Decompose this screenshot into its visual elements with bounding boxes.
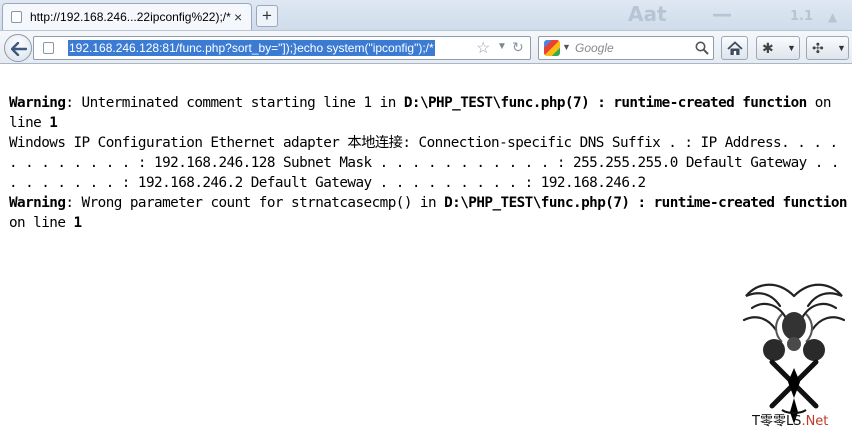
tab-close-button[interactable]: ×	[234, 10, 242, 24]
url-bar[interactable]: 192.168.246.128:81/func.php?sort_by="]);…	[33, 36, 531, 60]
decor-text: 1.1	[790, 9, 814, 24]
warning-text: : Wrong parameter count for strnatcasecm…	[65, 195, 445, 211]
chevron-down-icon[interactable]: ▼	[562, 42, 571, 52]
chevron-down-icon[interactable]: ▼	[787, 43, 796, 53]
home-button[interactable]	[721, 36, 748, 60]
search-bar[interactable]: ▼ Google	[538, 36, 714, 60]
chevron-down-icon[interactable]: ▼	[837, 43, 846, 53]
decor-text: Aat	[628, 2, 667, 26]
chevron-down-icon[interactable]: ▼	[497, 41, 507, 52]
watermark-suffix: .Net	[801, 414, 829, 429]
decor-text: ▲	[828, 10, 838, 24]
warning-message-1: Warning: Unterminated comment starting l…	[9, 93, 849, 133]
home-icon	[727, 41, 743, 55]
warning-file: D:\PHP_TEST\func.php(7) : runtime-create…	[444, 195, 847, 211]
page-icon	[43, 42, 54, 54]
google-icon[interactable]	[544, 40, 560, 56]
warning-file: D:\PHP_TEST\func.php(7) : runtime-create…	[403, 95, 807, 111]
search-placeholder[interactable]: Google	[575, 41, 614, 55]
warning-line-text: on line	[9, 215, 74, 231]
new-tab-button[interactable]: +	[256, 5, 278, 27]
ipconfig-output: Windows IP Configuration Ethernet adapte…	[9, 135, 839, 191]
star-icon[interactable]: ☆	[476, 38, 490, 58]
warning-label: Warning	[9, 195, 66, 211]
addon-button-1[interactable]: ✱ ▼	[756, 36, 800, 60]
decor-text: —	[712, 2, 732, 26]
watermark-text: T零零LS.Net	[752, 410, 828, 429]
addon-button-2[interactable]: ✣ ▼	[806, 36, 849, 60]
warning-message-2: Warning: Wrong parameter count for strna…	[9, 193, 849, 233]
browser-tab[interactable]: http://192.168.246...22ipconfig%22);/* ×	[2, 3, 252, 30]
tab-title: http://192.168.246...22ipconfig%22);/*	[30, 10, 231, 24]
puzzle-icon: ✣	[812, 40, 824, 56]
warning-line-number: 1	[49, 115, 58, 131]
warning-label: Warning	[9, 95, 66, 111]
magnifier-icon[interactable]	[695, 41, 709, 55]
back-button[interactable]	[4, 34, 32, 62]
tabstrip-decoration: Aat — 1.1 ▲	[600, 0, 852, 30]
watermark-logo	[742, 283, 846, 424]
watermark-brand: T零零LS	[752, 414, 802, 429]
reload-icon[interactable]: ↻	[512, 39, 524, 56]
back-arrow-icon	[11, 42, 27, 56]
page-content: Warning: Unterminated comment starting l…	[9, 93, 849, 233]
navigation-bar: 192.168.246.128:81/func.php?sort_by="]);…	[0, 30, 852, 64]
warning-line-number: 1	[73, 215, 82, 231]
tab-strip: Aat — 1.1 ▲ http://192.168.246...22ipcon…	[0, 0, 852, 30]
url-text[interactable]: 192.168.246.128:81/func.php?sort_by="]);…	[68, 40, 435, 56]
warning-text: : Unterminated comment starting line 1 i…	[65, 95, 404, 111]
bug-icon: ✱	[762, 40, 774, 56]
page-icon	[11, 11, 22, 23]
